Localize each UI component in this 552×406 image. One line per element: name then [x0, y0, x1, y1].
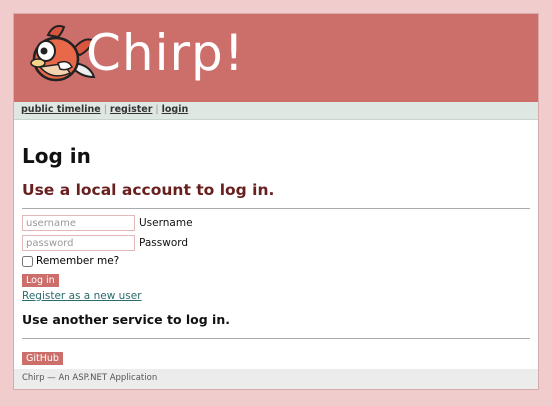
brand-title: Chirp! — [86, 24, 245, 82]
remember-me-checkbox[interactable] — [22, 255, 33, 267]
nav-separator: | — [103, 104, 107, 115]
username-label: Username — [139, 217, 193, 229]
github-login-button[interactable]: GitHub — [22, 352, 63, 365]
nav-bar: public timeline | register | login — [14, 102, 538, 120]
nav-login-link[interactable]: login — [162, 104, 189, 115]
nav-public-timeline-link[interactable]: public timeline — [21, 104, 101, 115]
footer: Chirp — An ASP.NET Application — [14, 369, 538, 389]
nav-register-link[interactable]: register — [110, 104, 153, 115]
nav-separator: | — [155, 104, 159, 115]
local-account-heading: Use a local account to log in. — [22, 181, 275, 199]
username-input[interactable] — [22, 215, 135, 231]
divider — [22, 208, 530, 209]
page-container: Chirp! public timeline | register | login Lo… — [13, 13, 539, 390]
register-link[interactable]: Register as a new user — [22, 290, 530, 302]
password-label: Password — [139, 237, 189, 249]
password-input[interactable] — [22, 235, 135, 251]
divider — [22, 338, 530, 339]
external-login-heading: Use another service to log in. — [22, 312, 230, 327]
remember-row: Remember me? — [22, 254, 530, 268]
login-button[interactable]: Log in — [22, 274, 59, 287]
login-content: Log in Use a local account to log in. Us… — [14, 144, 538, 365]
page-title: Log in — [22, 144, 91, 168]
password-row: Password — [22, 233, 530, 253]
remember-me-label: Remember me? — [36, 255, 120, 267]
username-row: Username — [22, 213, 530, 233]
header: Chirp! — [14, 14, 538, 102]
